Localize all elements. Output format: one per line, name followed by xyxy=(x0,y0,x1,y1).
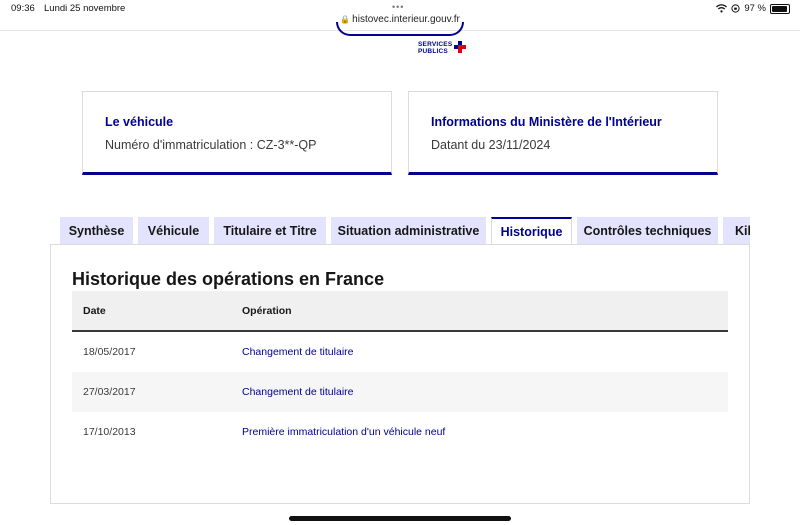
status-time: 09:36 xyxy=(11,3,35,14)
tab-vehicule[interactable]: Véhicule xyxy=(138,217,209,245)
ministry-date: Datant du 23/11/2024 xyxy=(431,138,551,152)
table-header: Date Opération xyxy=(72,291,728,332)
ministry-card: Informations du Ministère de l'Intérieur… xyxy=(408,91,718,175)
column-operation: Opération xyxy=(242,305,292,317)
vehicle-card: Le véhicule Numéro d'immatriculation : C… xyxy=(82,91,392,175)
history-title: Historique des opérations en France xyxy=(72,269,385,289)
tab-historique[interactable]: Historique xyxy=(491,217,572,245)
table-row: 17/10/2013 Première immatriculation d'un… xyxy=(72,412,728,452)
operation-link[interactable]: Première immatriculation d'un véhicule n… xyxy=(242,426,445,438)
registration-number: Numéro d'immatriculation : CZ-3**-QP xyxy=(105,138,317,152)
report-tabs: Synthèse Véhicule Titulaire et Titre Sit… xyxy=(60,217,750,245)
plus-cross-icon xyxy=(454,41,466,53)
logo-line1: SERVICES xyxy=(418,41,453,48)
operation-link[interactable]: Changement de titulaire xyxy=(242,346,354,358)
tab-situation-administrative[interactable]: Situation administrative xyxy=(331,217,486,245)
operation-link[interactable]: Changement de titulaire xyxy=(242,386,354,398)
tab-kilometrage[interactable]: Kilométrage xyxy=(723,217,750,245)
multitasking-dots-icon[interactable]: ••• xyxy=(392,2,404,12)
header-logo-partial xyxy=(336,22,464,36)
battery-percent: 97 % xyxy=(744,3,766,14)
tab-titulaire-titre[interactable]: Titulaire et Titre xyxy=(214,217,326,245)
wifi-icon xyxy=(716,4,728,13)
status-date: Lundi 25 novembre xyxy=(44,3,126,14)
logo-line2: PUBLICS xyxy=(418,48,448,55)
history-table: Date Opération 18/05/2017 Changement de … xyxy=(72,291,728,452)
row-date: 18/05/2017 xyxy=(83,346,136,358)
vehicle-card-title: Le véhicule xyxy=(105,115,174,129)
services-publics-logo[interactable]: SERVICES PUBLICS xyxy=(418,41,466,55)
table-row: 18/05/2017 Changement de titulaire xyxy=(72,332,728,372)
table-row: 27/03/2017 Changement de titulaire xyxy=(72,372,728,412)
ministry-card-title: Informations du Ministère de l'Intérieur xyxy=(431,115,662,129)
row-date: 27/03/2017 xyxy=(83,386,136,398)
tab-synthese[interactable]: Synthèse xyxy=(60,217,133,245)
status-right: 97 % xyxy=(716,3,790,14)
battery-icon xyxy=(770,3,790,14)
home-indicator[interactable] xyxy=(289,516,511,521)
tab-controles-techniques[interactable]: Contrôles techniques xyxy=(577,217,718,245)
orientation-lock-icon xyxy=(731,4,740,13)
column-date: Date xyxy=(83,305,106,317)
row-date: 17/10/2013 xyxy=(83,426,136,438)
